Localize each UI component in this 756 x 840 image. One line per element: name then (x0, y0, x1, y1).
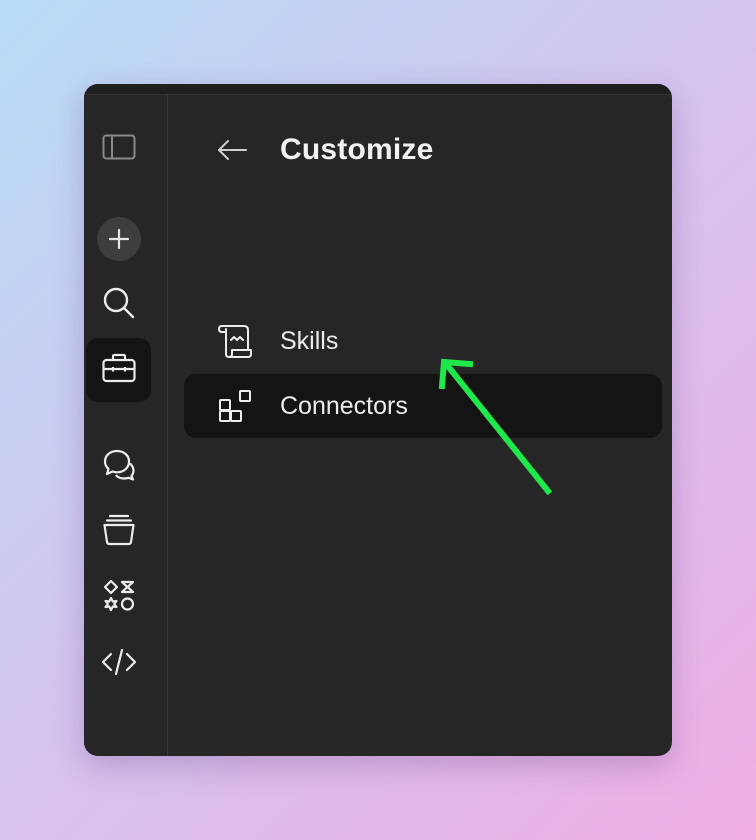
nav-item-label: Connectors (280, 391, 408, 420)
customize-button[interactable] (86, 338, 151, 402)
back-button[interactable] (212, 135, 252, 169)
search-icon (102, 286, 136, 325)
nav-item-connectors[interactable]: Connectors (184, 374, 662, 438)
connectors-grid-icon (216, 387, 254, 425)
icon-rail (84, 95, 168, 756)
scroll-icon (216, 322, 254, 360)
search-button[interactable] (86, 273, 151, 337)
chats-button[interactable] (86, 435, 151, 499)
code-button[interactable] (86, 632, 151, 696)
nav-item-skills[interactable]: Skills (184, 309, 662, 373)
sidebar-toggle-button[interactable] (86, 117, 151, 181)
shapes-icon (102, 579, 136, 618)
stack-icon (102, 513, 136, 552)
new-chat-button[interactable] (86, 207, 151, 271)
nav-item-label: Skills (280, 326, 339, 355)
projects-button[interactable] (86, 500, 151, 564)
artifacts-button[interactable] (86, 566, 151, 630)
app-window: Customize Skills Connectors (84, 84, 672, 756)
arrow-left-icon (216, 139, 248, 166)
plus-icon (96, 217, 141, 261)
page-title: Customize (280, 133, 434, 166)
code-icon (101, 647, 137, 682)
sidebar-panel-icon (102, 134, 136, 165)
window-top-strip (84, 84, 672, 95)
customize-panel: Customize Skills Connectors (168, 95, 672, 756)
briefcase-icon (101, 353, 136, 388)
chat-bubbles-icon (102, 448, 136, 487)
